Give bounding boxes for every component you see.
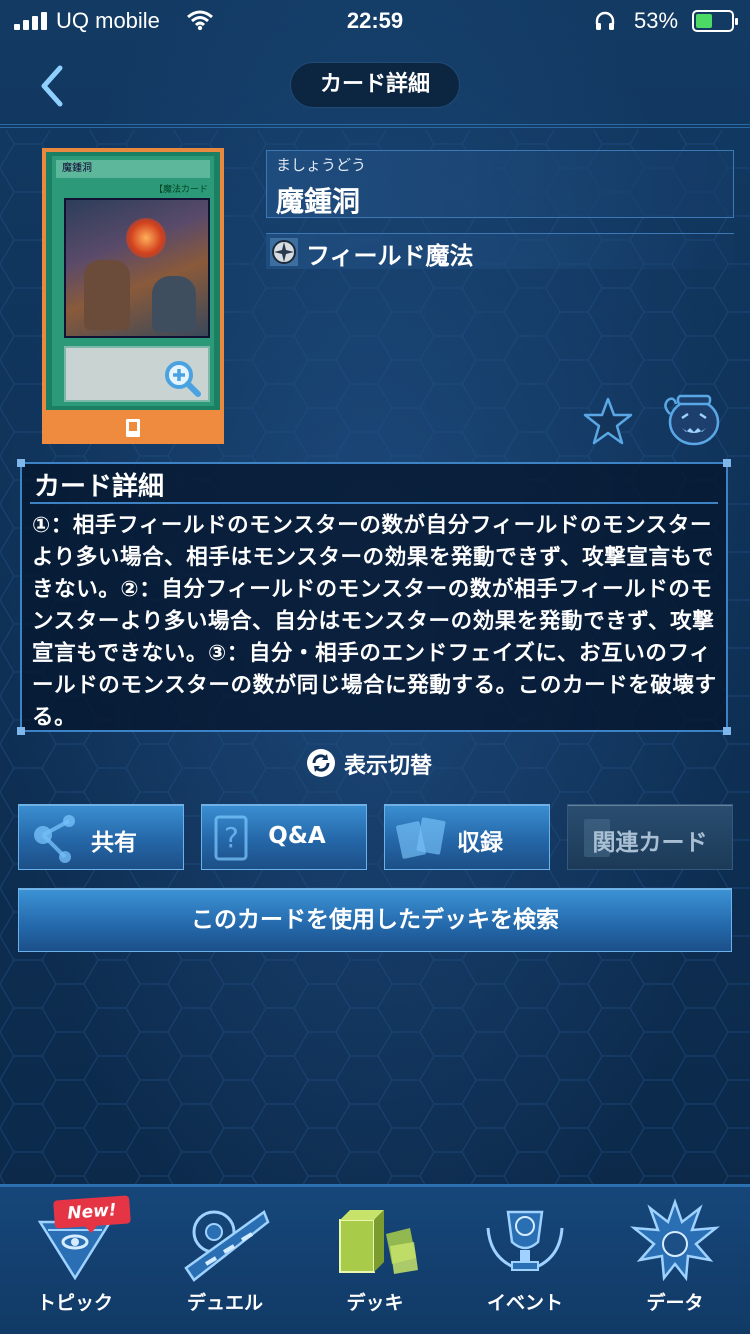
tab-event[interactable]: イベント: [450, 1190, 600, 1330]
tab-duel[interactable]: デュエル: [150, 1190, 300, 1330]
detail-heading: カード詳細: [34, 472, 165, 502]
card-image-title: 魔鍾洞: [56, 160, 210, 178]
qa-button-label: Q&A: [268, 823, 326, 849]
duel-disk-icon: [184, 1210, 270, 1282]
favorite-star-icon[interactable]: [582, 396, 634, 446]
card-frame-footer: [42, 410, 224, 444]
share-button[interactable]: 共有: [18, 804, 184, 870]
card-name-ruby: ましょうどう: [276, 156, 367, 174]
character-icon: [630, 1198, 720, 1282]
card-image[interactable]: 魔鍾洞 【魔法カード: [42, 148, 224, 444]
tab-deck-label: デッキ: [346, 1292, 404, 1314]
card-image-type: 【魔法カード: [153, 185, 208, 195]
trophy-icon: [486, 1210, 564, 1271]
zoom-icon[interactable]: [162, 358, 202, 398]
tab-data-label: データ: [646, 1292, 704, 1314]
share-button-label: 共有: [91, 830, 137, 856]
search-decks-button[interactable]: このカードを使用したデッキを検索: [18, 888, 732, 952]
tab-deck[interactable]: デッキ: [300, 1190, 450, 1330]
header-divider: [0, 124, 750, 128]
detail-divider: [30, 502, 718, 504]
deck-icon: [339, 1210, 418, 1274]
new-badge: New!: [53, 1195, 131, 1229]
card-artwork: 魔鍾洞 【魔法カード: [42, 148, 224, 410]
card-illustration: [64, 198, 210, 338]
headphones-icon: [595, 11, 615, 30]
related-cards-button-label: 関連カード: [592, 830, 708, 856]
collection-button[interactable]: 収録: [384, 804, 550, 870]
pot-of-greed-icon[interactable]: [660, 392, 722, 448]
refresh-icon: [307, 749, 335, 777]
battery-percent: 53%: [634, 8, 679, 33]
qa-button[interactable]: ? Q&A: [201, 804, 367, 870]
related-cards-button[interactable]: 関連カード: [567, 804, 733, 870]
back-button[interactable]: [30, 62, 78, 110]
card-text-area: [64, 346, 210, 402]
card-effect-text: ①：相手フィールドのモンスターの数が自分フィールドのモンスターより多い場合、相手…: [32, 513, 717, 730]
status-bar: UQ mobile 22:59 53%: [0, 0, 750, 42]
card-name: 魔鍾洞: [276, 185, 361, 218]
battery-icon: [692, 10, 738, 32]
card-attribute-label: フィールド魔法: [306, 242, 474, 270]
collection-button-label: 収録: [457, 830, 503, 856]
field-spell-icon: [270, 238, 298, 266]
display-toggle-label: 表示切替: [344, 754, 433, 779]
card-icon: [126, 419, 140, 437]
tab-event-label: イベント: [486, 1292, 563, 1314]
tab-topics-label: トピック: [36, 1292, 113, 1314]
tab-data[interactable]: データ: [600, 1190, 750, 1330]
page-title: カード詳細: [290, 62, 460, 108]
tab-duel-label: デュエル: [186, 1292, 263, 1314]
